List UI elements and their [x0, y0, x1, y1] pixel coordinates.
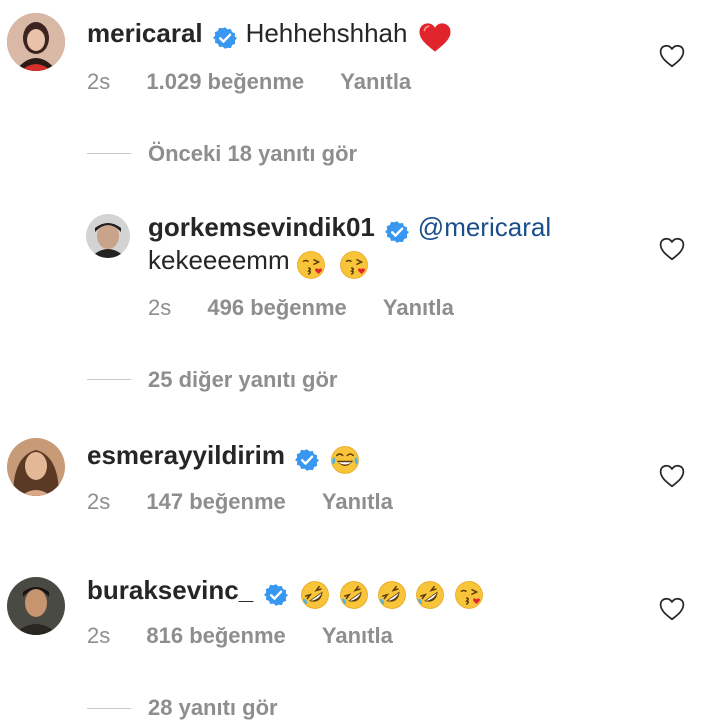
reply-button[interactable]: Yanıtla	[340, 69, 411, 94]
username[interactable]: mericaral	[87, 18, 203, 48]
comment-header: mericaral Hehhehshhah	[87, 18, 452, 53]
kissing-face-emoji	[454, 580, 484, 610]
tears-of-joy-emoji	[330, 445, 360, 475]
comment-text: kekeeeemm	[148, 245, 290, 275]
thread-divider-line	[87, 708, 131, 709]
verified-badge-icon	[264, 583, 288, 607]
thread-divider-line	[87, 379, 131, 380]
likes-count[interactable]: 1.029 beğenme	[146, 69, 304, 94]
like-heart-icon[interactable]	[659, 44, 685, 68]
comment-header: esmerayyildirim	[87, 440, 360, 475]
rolling-laughing-emoji	[415, 580, 445, 610]
likes-count[interactable]: 496 beğenme	[207, 295, 346, 320]
username[interactable]: gorkemsevindik01	[148, 212, 375, 242]
verified-badge-icon	[295, 448, 319, 472]
like-heart-icon[interactable]	[659, 597, 685, 621]
comment-meta: 2s 496 beğenme Yanıtla	[148, 295, 454, 321]
avatar-image	[7, 577, 65, 635]
rolling-laughing-emoji	[339, 580, 369, 610]
like-heart-icon[interactable]	[659, 464, 685, 488]
comment-meta: 2s 1.029 beğenme Yanıtla	[87, 69, 411, 95]
timestamp: 2s	[87, 489, 111, 514]
view-replies-link[interactable]: 28 yanıtı gör	[148, 695, 278, 721]
timestamp: 2s	[148, 295, 172, 320]
heart-red-emoji	[418, 22, 452, 53]
avatar-mericaral[interactable]	[7, 13, 65, 71]
mention-link[interactable]: @mericaral	[418, 212, 551, 242]
reply-body: kekeeeemm	[148, 245, 369, 280]
timestamp: 2s	[87, 623, 111, 648]
verified-badge-icon	[385, 220, 409, 244]
view-other-replies-link[interactable]: 25 diğer yanıtı gör	[148, 367, 338, 393]
username[interactable]: buraksevinc_	[87, 575, 253, 605]
like-heart-icon[interactable]	[659, 237, 685, 261]
timestamp: 2s	[87, 69, 111, 94]
rolling-laughing-emoji	[300, 580, 330, 610]
comment-meta: 2s 147 beğenme Yanıtla	[87, 489, 393, 515]
kissing-face-emoji	[339, 250, 369, 280]
avatar-esmerayyildirim[interactable]	[7, 438, 65, 496]
avatar-image	[86, 214, 130, 258]
likes-count[interactable]: 147 beğenme	[146, 489, 285, 514]
thread-divider-line	[87, 153, 131, 154]
comment-header: buraksevinc_	[87, 575, 484, 610]
reply-header: gorkemsevindik01 @mericaral	[148, 212, 551, 244]
kissing-face-emoji	[296, 250, 326, 280]
comment-meta: 2s 816 beğenme Yanıtla	[87, 623, 393, 649]
comment-text: Hehhehshhah	[245, 18, 408, 48]
view-previous-replies-link[interactable]: Önceki 18 yanıtı gör	[148, 141, 357, 167]
likes-count[interactable]: 816 beğenme	[146, 623, 285, 648]
avatar-buraksevinc[interactable]	[7, 577, 65, 635]
reply-button[interactable]: Yanıtla	[383, 295, 454, 320]
reply-button[interactable]: Yanıtla	[322, 623, 393, 648]
rolling-laughing-emoji	[377, 580, 407, 610]
avatar-image	[7, 438, 65, 496]
username[interactable]: esmerayyildirim	[87, 440, 285, 470]
avatar-image	[7, 13, 65, 71]
reply-button[interactable]: Yanıtla	[322, 489, 393, 514]
avatar-gorkemsevindik01[interactable]	[86, 214, 130, 258]
verified-badge-icon	[213, 26, 237, 50]
